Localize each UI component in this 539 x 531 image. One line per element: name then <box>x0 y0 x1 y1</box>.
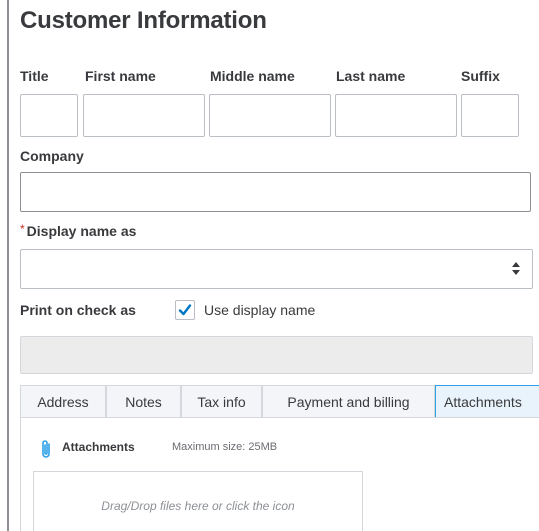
window-left-edge <box>0 0 9 531</box>
check-icon <box>178 304 192 316</box>
display-name-select[interactable] <box>20 249 533 289</box>
display-name-label: * Display name as <box>20 222 137 239</box>
attachments-max-size: Maximum size: 25MB <box>172 441 278 453</box>
tab-notes[interactable]: Notes <box>106 385 181 418</box>
attachments-heading: Attachments <box>62 440 135 454</box>
company-label: Company <box>20 148 84 164</box>
tab-address[interactable]: Address <box>20 385 106 418</box>
print-on-check-label: Print on check as <box>20 302 136 318</box>
print-on-check-input <box>20 336 533 374</box>
first-name-input[interactable] <box>83 94 205 137</box>
drop-zone-hint: Drag/Drop files here or click the icon <box>101 499 295 513</box>
last-name-label: Last name <box>336 68 406 84</box>
tab-tax-info[interactable]: Tax info <box>181 385 262 418</box>
up-down-chevron-icon <box>512 262 520 276</box>
suffix-label: Suffix <box>461 68 500 84</box>
title-label: Title <box>20 68 49 84</box>
title-input[interactable] <box>20 94 78 137</box>
tab-attachments[interactable]: Attachments <box>435 385 539 418</box>
middle-name-input[interactable] <box>209 94 331 137</box>
use-display-name-label[interactable]: Use display name <box>204 302 315 318</box>
use-display-name-checkbox[interactable] <box>175 300 195 320</box>
required-marker: * <box>20 222 25 236</box>
display-name-label-text: Display name as <box>26 223 137 239</box>
file-drop-zone[interactable]: Drag/Drop files here or click the icon <box>33 471 363 531</box>
middle-name-label: Middle name <box>210 68 295 84</box>
tab-bar: Address Notes Tax info Payment and billi… <box>20 385 539 418</box>
company-input[interactable] <box>20 172 531 212</box>
paperclip-icon[interactable] <box>38 439 54 466</box>
last-name-input[interactable] <box>335 94 457 137</box>
first-name-label: First name <box>85 68 156 84</box>
page-title: Customer Information <box>20 7 267 34</box>
suffix-input[interactable] <box>461 94 519 137</box>
tab-payment-and-billing[interactable]: Payment and billing <box>262 385 435 418</box>
